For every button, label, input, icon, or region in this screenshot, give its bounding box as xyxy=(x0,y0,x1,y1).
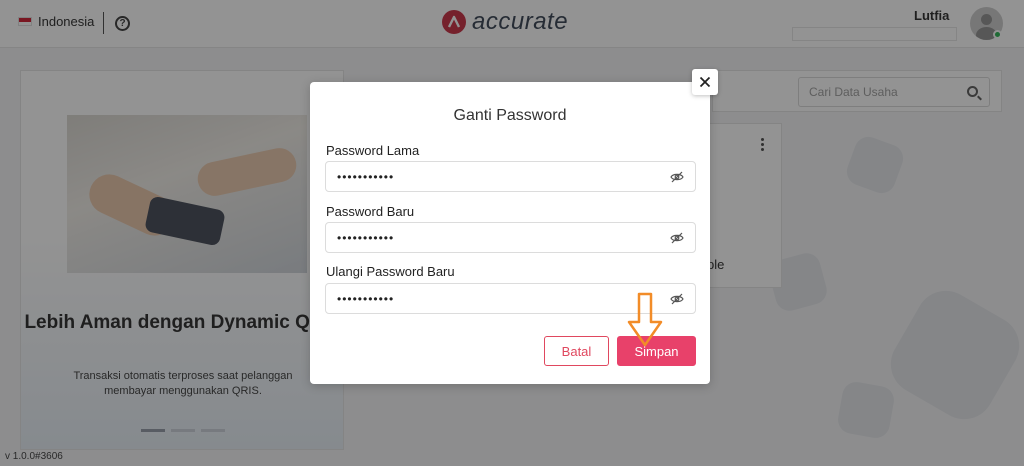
dialog-title: Ganti Password xyxy=(453,107,567,124)
eye-slash-icon[interactable] xyxy=(670,292,684,306)
confirm-password-value: ••••••••••• xyxy=(337,292,395,306)
old-password-label: Password Lama xyxy=(326,143,420,158)
new-password-label: Password Baru xyxy=(326,204,415,219)
cancel-button[interactable]: Batal xyxy=(544,336,609,366)
old-password-value: ••••••••••• xyxy=(337,170,395,184)
close-icon[interactable] xyxy=(692,69,718,95)
old-password-field[interactable]: ••••••••••• xyxy=(325,161,696,192)
confirm-password-label: Ulangi Password Baru xyxy=(326,264,455,279)
new-password-field[interactable]: ••••••••••• xyxy=(325,222,696,253)
eye-slash-icon[interactable] xyxy=(670,170,684,184)
eye-slash-icon[interactable] xyxy=(670,231,684,245)
new-password-value: ••••••••••• xyxy=(337,231,395,245)
annotation-arrow-icon xyxy=(627,292,663,347)
